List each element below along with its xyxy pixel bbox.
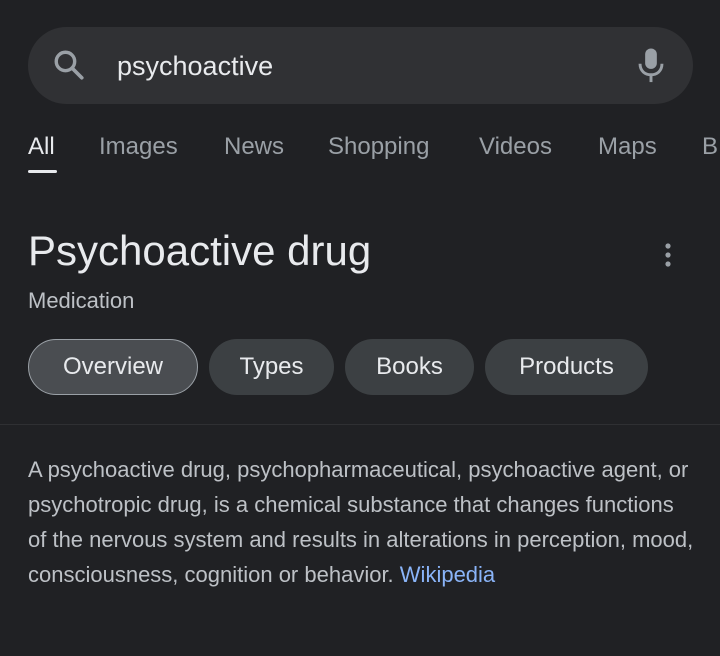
entity-description: A psychoactive drug, psychopharmaceutica… [28, 452, 698, 592]
divider [0, 424, 720, 425]
microphone-icon[interactable] [636, 47, 666, 85]
more-options-icon[interactable] [660, 240, 676, 270]
tab-videos[interactable]: Videos [479, 132, 552, 162]
chip-books[interactable]: Books [345, 339, 474, 395]
chip-types[interactable]: Types [209, 339, 334, 395]
entity-subtitle: Medication [28, 288, 135, 313]
tab-news[interactable]: News [224, 132, 284, 162]
tab-maps[interactable]: Maps [598, 132, 657, 162]
entity-title: Psychoactive drug [28, 227, 372, 274]
search-icon[interactable] [52, 48, 86, 82]
tab-images[interactable]: Images [99, 132, 178, 162]
search-input[interactable]: psychoactive [117, 50, 273, 82]
chip-overview[interactable]: Overview [28, 339, 198, 395]
active-tab-indicator [28, 170, 57, 173]
wikipedia-link[interactable]: Wikipedia [400, 562, 495, 587]
tab-books-partial[interactable]: B [702, 132, 718, 162]
description-text: A psychoactive drug, psychopharmaceutica… [28, 457, 694, 587]
tab-shopping[interactable]: Shopping [328, 132, 429, 162]
search-tabs: All Images News Shopping Videos Maps B [0, 128, 720, 176]
chip-products[interactable]: Products [485, 339, 648, 395]
tab-all[interactable]: All [28, 132, 55, 162]
